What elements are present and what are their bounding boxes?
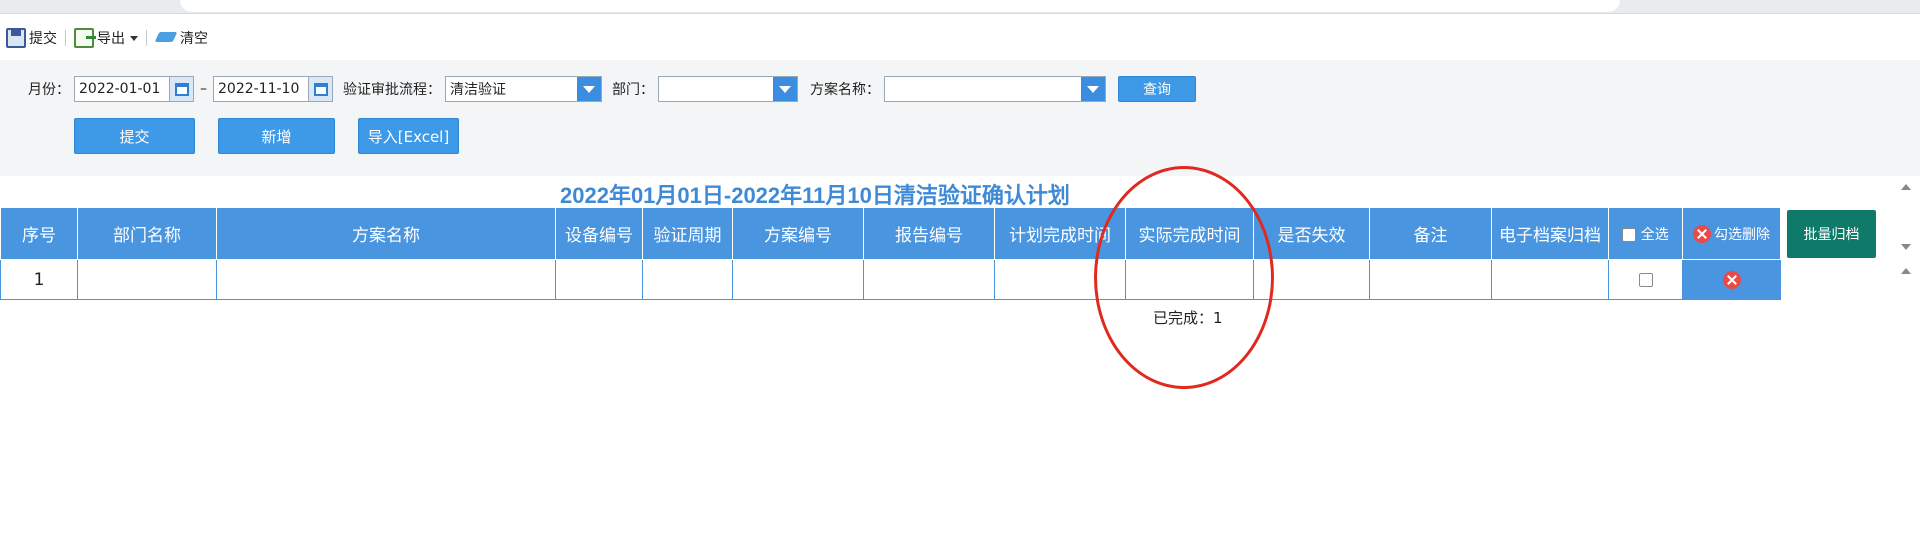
- import-excel-button[interactable]: 导入[Excel]: [358, 118, 459, 154]
- toolbar-export-button[interactable]: 导出: [70, 28, 142, 48]
- toolbar-divider: [65, 30, 66, 46]
- process-select-value: 清洁验证: [450, 82, 506, 98]
- delete-selected-label: 勾选删除: [1714, 226, 1770, 243]
- cell-report-no[interactable]: [863, 259, 995, 300]
- cell-index: 1: [0, 259, 78, 300]
- month-label: 月份：: [28, 82, 70, 98]
- toolbar-submit-button[interactable]: 提交: [2, 28, 61, 48]
- plan-table: 序号 部门名称 方案名称 设备编号 验证周期 方案编号 报告编号 计划完成时间 …: [0, 207, 1781, 300]
- query-button[interactable]: 查询: [1118, 76, 1196, 102]
- toolbar: 提交 导出 清空: [0, 18, 1920, 58]
- save-icon: [6, 28, 26, 48]
- browser-address-bar: [0, 0, 1920, 14]
- scroll-down-icon[interactable]: [1901, 244, 1911, 250]
- scroll-up-icon[interactable]: [1901, 184, 1911, 190]
- url-field[interactable]: [180, 0, 1620, 12]
- plan-label: 方案名称：: [810, 82, 880, 98]
- date-to-field[interactable]: 2022-11-10: [213, 76, 333, 102]
- cell-remark[interactable]: [1369, 259, 1492, 300]
- toolbar-divider: [146, 30, 147, 46]
- cell-select: [1608, 259, 1683, 300]
- date-separator: –: [200, 81, 207, 97]
- annotation-circle: [1094, 166, 1274, 389]
- cell-plan-name[interactable]: [216, 259, 556, 300]
- column-header: 部门名称: [77, 207, 217, 260]
- date-from-field[interactable]: 2022-01-01: [74, 76, 194, 102]
- batch-archive-button[interactable]: 批量归档: [1787, 210, 1876, 258]
- chevron-down-icon[interactable]: [773, 77, 797, 101]
- toolbar-clear-button[interactable]: 清空: [151, 28, 212, 48]
- plan-select[interactable]: [884, 76, 1106, 102]
- dept-label: 部门：: [612, 82, 654, 98]
- cell-equipment-no[interactable]: [555, 259, 643, 300]
- column-header: 设备编号: [555, 207, 643, 260]
- toolbar-export-label: 导出: [97, 31, 125, 47]
- filter-panel: 月份： 2022-01-01 – 2022-11-10 验证审批流程： 清洁验证…: [0, 60, 1920, 176]
- dept-select[interactable]: [658, 76, 798, 102]
- date-from-value: 2022-01-01: [79, 81, 161, 97]
- column-header: 报告编号: [863, 207, 995, 260]
- column-header: 方案名称: [216, 207, 556, 260]
- export-icon: [74, 28, 96, 48]
- scroll-up-icon[interactable]: [1901, 268, 1911, 274]
- column-header: 方案编号: [732, 207, 864, 260]
- column-header: 序号: [0, 207, 78, 260]
- select-all-label: 全选: [1640, 226, 1669, 243]
- cell-dept[interactable]: [77, 259, 217, 300]
- cell-plan-no[interactable]: [732, 259, 864, 300]
- process-select[interactable]: 清洁验证: [445, 76, 602, 102]
- row-checkbox[interactable]: [1638, 272, 1653, 287]
- toolbar-clear-label: 清空: [180, 31, 208, 47]
- add-button[interactable]: 新增: [218, 118, 335, 154]
- column-header: 电子档案归档: [1491, 207, 1609, 260]
- chevron-down-icon[interactable]: [577, 77, 601, 101]
- calendar-icon[interactable]: [169, 77, 193, 101]
- table-row: 1: [0, 259, 1781, 300]
- action-button-row: 提交 新增 导入[Excel]: [74, 118, 459, 154]
- column-header: 验证周期: [642, 207, 733, 260]
- select-all-checkbox[interactable]: [1622, 227, 1637, 242]
- chevron-down-icon: [130, 35, 138, 41]
- chevron-down-icon[interactable]: [1081, 77, 1105, 101]
- row-delete-button[interactable]: [1682, 259, 1781, 300]
- cell-cycle[interactable]: [642, 259, 733, 300]
- cell-archive[interactable]: [1491, 259, 1609, 300]
- column-header: 备注: [1369, 207, 1492, 260]
- filter-row: 月份： 2022-01-01 – 2022-11-10 验证审批流程： 清洁验证…: [28, 76, 1196, 102]
- eraser-icon: [155, 30, 177, 46]
- select-all-header[interactable]: 全选: [1608, 207, 1683, 260]
- table-header-row: 序号 部门名称 方案名称 设备编号 验证周期 方案编号 报告编号 计划完成时间 …: [0, 207, 1781, 260]
- close-icon: [1693, 224, 1711, 243]
- toolbar-submit-label: 提交: [29, 31, 57, 47]
- close-icon: [1722, 270, 1741, 289]
- scrollbar[interactable]: [1896, 176, 1916, 545]
- process-label: 验证审批流程：: [343, 82, 441, 98]
- calendar-icon[interactable]: [308, 77, 332, 101]
- report-title: 2022年01月01日-2022年11月10日清洁验证确认计划: [560, 183, 1070, 208]
- submit-button[interactable]: 提交: [74, 118, 195, 154]
- date-to-value: 2022-11-10: [218, 81, 300, 97]
- delete-selected-header[interactable]: 勾选删除: [1682, 207, 1781, 260]
